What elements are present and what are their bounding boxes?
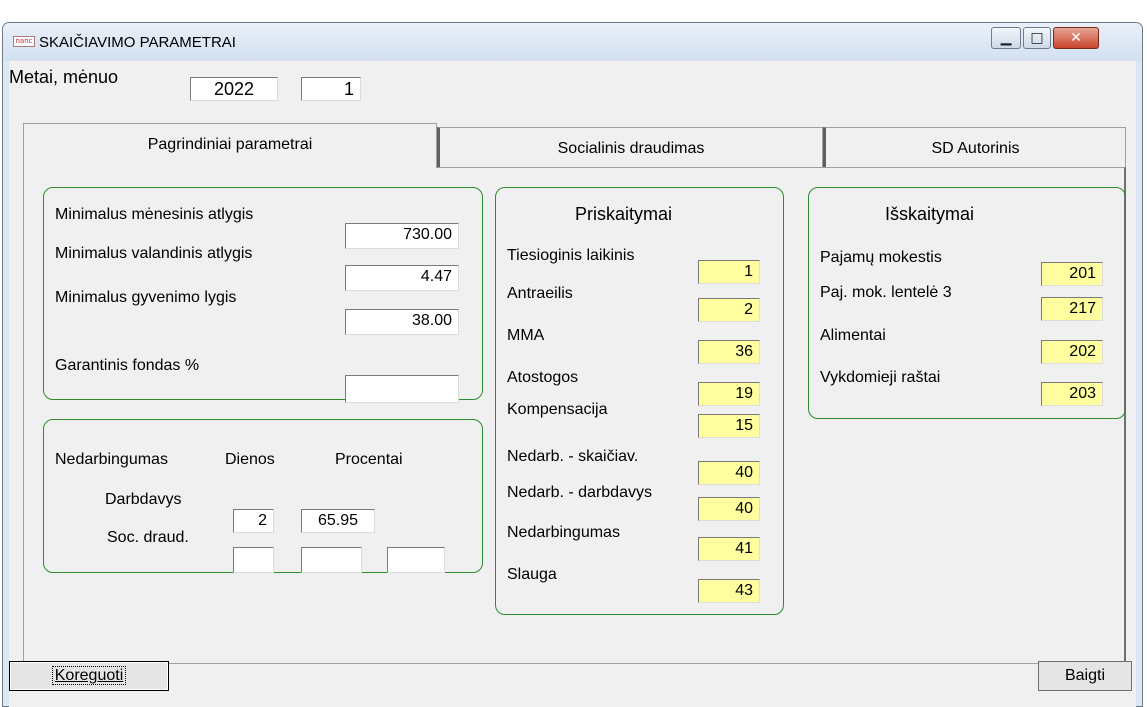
close-icon: ✕ [1070, 30, 1082, 46]
minimize-button[interactable]: ▁ [991, 27, 1021, 49]
tab-pagrindiniai[interactable]: Pagrindiniai parametrai [23, 123, 437, 168]
min-hourly-label: Minimalus valandinis atlygis [55, 245, 253, 262]
window-title: SKAIČIAVIMO PARAMETRAI [39, 34, 236, 51]
window: nanc SKAIČIAVIMO PARAMETRAI ▁ □ ✕ Metai,… [2, 22, 1143, 707]
accrual-label: Atostogos [507, 369, 579, 386]
maximize-icon: □ [1030, 30, 1044, 46]
title-bar[interactable]: nanc SKAIČIAVIMO PARAMETRAI ▁ □ ✕ [3, 23, 1142, 61]
deduction-label: Alimentai [820, 327, 886, 344]
disability-header: Nedarbingumas [55, 451, 168, 468]
soc-extra-field[interactable] [387, 547, 445, 573]
accrual-code-field[interactable]: 19 [698, 382, 760, 406]
month-field[interactable]: 1 [301, 77, 361, 101]
accrual-code-field[interactable]: 41 [698, 537, 760, 561]
deduction-label: Paj. mok. lentelė 3 [820, 284, 952, 301]
period-label: Metai, mėnuo [9, 67, 119, 87]
guarantee-fund-label: Garantinis fondas % [55, 357, 200, 374]
accrual-label: Kompensacija [507, 401, 608, 418]
accrual-label: Nedarb. - darbdavys [507, 484, 652, 501]
edit-button-label: Koreguoti [51, 666, 127, 685]
accrual-code-field[interactable]: 36 [698, 340, 760, 364]
guarantee-fund-field[interactable] [345, 375, 459, 403]
deduction-code-field[interactable]: 201 [1041, 262, 1103, 286]
min-monthly-field[interactable]: 730.00 [345, 223, 459, 249]
maximize-button[interactable]: □ [1023, 27, 1051, 49]
accrual-label: Nedarb. - skaičiav. [507, 448, 639, 465]
accrual-code-field[interactable]: 1 [698, 260, 760, 284]
close-button[interactable]: ✕ [1053, 27, 1099, 49]
minimize-icon: ▁ [1000, 30, 1012, 46]
tab-sd-autorinis[interactable]: SD Autorinis [823, 127, 1126, 168]
min-living-label: Minimalus gyvenimo lygis [55, 289, 237, 306]
employer-days-field[interactable]: 2 [233, 509, 274, 533]
days-header: Dienos [225, 451, 275, 468]
accrual-code-field[interactable]: 43 [698, 579, 760, 603]
deduction-code-field[interactable]: 217 [1041, 297, 1103, 321]
min-living-field[interactable]: 38.00 [345, 309, 459, 335]
deduction-label: Vykdomieji raštai [820, 369, 941, 386]
accrual-code-field[interactable]: 15 [698, 414, 760, 438]
accrual-code-field[interactable]: 40 [698, 461, 760, 485]
accrual-label: Tiesioginis laikinis [507, 247, 635, 264]
finish-button[interactable]: Baigti [1038, 661, 1132, 691]
employer-label: Darbdavys [105, 491, 182, 508]
accrual-code-field[interactable]: 2 [698, 298, 760, 322]
accrual-label: Antraeilis [507, 285, 573, 302]
accrual-label: Slauga [507, 566, 557, 583]
app-icon: nanc [13, 36, 35, 47]
percent-header: Procentai [335, 451, 403, 468]
soc-percent-field[interactable] [301, 547, 362, 573]
client-area: Metai, mėnuo 2022 1 Pagrindiniai paramet… [9, 61, 1136, 707]
soc-days-field[interactable] [233, 547, 274, 573]
accrual-label: MMA [507, 327, 545, 344]
deductions-title: Išskaitymai [885, 204, 975, 224]
employer-percent-field[interactable]: 65.95 [301, 509, 375, 533]
accrual-code-field[interactable]: 40 [698, 497, 760, 521]
deduction-label: Pajamų mokestis [820, 249, 942, 266]
edit-button[interactable]: Koreguoti [9, 661, 169, 691]
deduction-code-field[interactable]: 202 [1041, 340, 1103, 364]
year-field[interactable]: 2022 [190, 77, 278, 101]
min-monthly-label: Minimalus mėnesinis atlygis [55, 206, 254, 223]
min-hourly-field[interactable]: 4.47 [345, 265, 459, 291]
deduction-code-field[interactable]: 203 [1041, 382, 1103, 406]
accrual-label: Nedarbingumas [507, 524, 620, 541]
accruals-title: Priskaitymai [575, 204, 673, 224]
soc-insurance-label: Soc. draud. [107, 529, 189, 546]
tab-socialinis[interactable]: Socialinis draudimas [437, 127, 823, 168]
